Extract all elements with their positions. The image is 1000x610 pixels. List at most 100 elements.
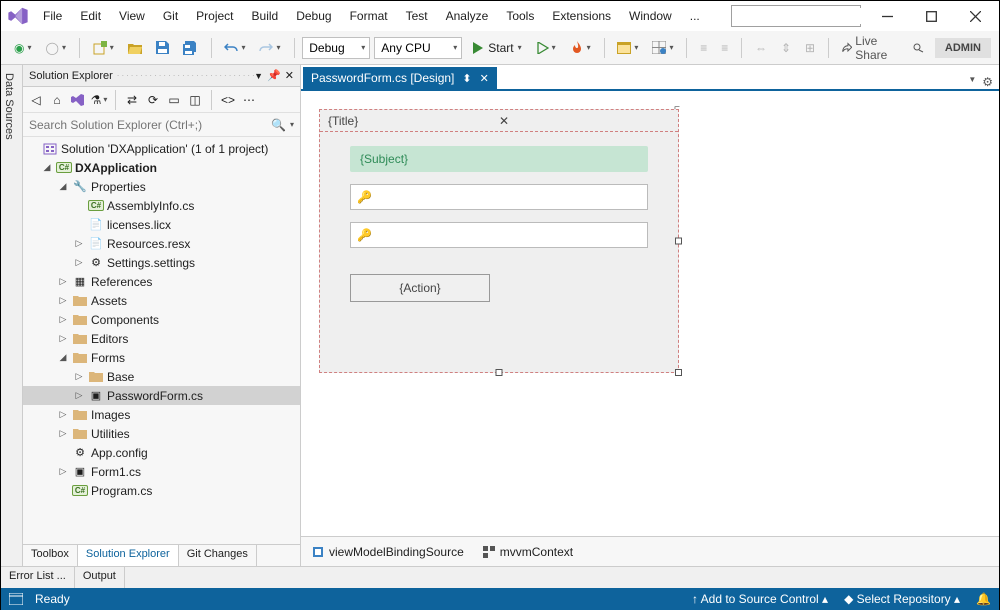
resize-handle-corner[interactable] <box>675 369 682 376</box>
add-source-control-button[interactable]: ↑ Add to Source Control ▴ <box>692 592 828 606</box>
menu-edit[interactable]: Edit <box>72 5 109 27</box>
minimize-button[interactable] <box>869 3 905 29</box>
component-mvvmcontext[interactable]: mvvmContext <box>482 545 573 559</box>
save-button[interactable] <box>151 38 174 57</box>
maximize-button[interactable] <box>913 3 949 29</box>
solution-explorer-tab[interactable]: Solution Explorer <box>78 545 179 566</box>
menu-tools[interactable]: Tools <box>498 5 542 27</box>
live-share-button[interactable]: Live Share <box>837 31 903 65</box>
explorer-search-input[interactable] <box>23 118 267 132</box>
licenses-node[interactable]: 📄licenses.licx <box>23 215 300 234</box>
undo-button[interactable]: ▾ <box>219 39 250 57</box>
menu-file[interactable]: File <box>35 5 70 27</box>
explorer-search[interactable]: 🔍 ▾ <box>23 113 300 137</box>
dropdown-icon[interactable]: ▼ <box>968 75 976 89</box>
config-dropdown[interactable]: ▾ <box>302 37 370 59</box>
close-icon[interactable]: ✕ <box>499 114 670 128</box>
dist-button[interactable]: ⊞ <box>800 38 820 58</box>
menu-format[interactable]: Format <box>342 5 396 27</box>
solution-node[interactable]: Solution 'DXApplication' (1 of 1 project… <box>23 139 300 158</box>
assets-node[interactable]: ▷Assets <box>23 291 300 310</box>
platform-dropdown[interactable]: ▾ <box>374 37 462 59</box>
menu-project[interactable]: Project <box>188 5 241 27</box>
forms-node[interactable]: ◢Forms <box>23 348 300 367</box>
start-noDebug-button[interactable]: ▾ <box>532 39 561 57</box>
dist-h-button[interactable]: ⇔ <box>750 38 772 58</box>
code-icon[interactable]: <> <box>219 91 237 109</box>
back-icon[interactable]: ◁ <box>27 91 45 109</box>
editors-node[interactable]: ▷Editors <box>23 329 300 348</box>
dropdown-icon[interactable]: ▼ <box>254 71 263 81</box>
password-field-1[interactable]: 🔑 <box>350 184 648 210</box>
properties-node[interactable]: ◢🔧Properties <box>23 177 300 196</box>
refresh-icon[interactable]: ⟳ <box>144 91 162 109</box>
output-tab[interactable]: Output <box>75 567 125 588</box>
new-project-button[interactable]: ▾ <box>88 38 119 58</box>
close-icon[interactable]: ✕ <box>480 72 489 85</box>
nav-forward-button[interactable]: ◯▾ <box>41 38 71 58</box>
form-titlebar[interactable]: {Title} ✕ <box>320 110 678 132</box>
nav-back-button[interactable]: ◉▾ <box>9 38 37 58</box>
references-node[interactable]: ▷▦References <box>23 272 300 291</box>
hot-reload-button[interactable]: ▾ <box>565 38 596 58</box>
browse-button[interactable]: ▾ <box>612 39 643 57</box>
pin-icon[interactable]: 📌 <box>267 69 281 82</box>
resources-node[interactable]: ▷📄Resources.resx <box>23 234 300 253</box>
assemblyinfo-node[interactable]: C#AssemblyInfo.cs <box>23 196 300 215</box>
menu-git[interactable]: Git <box>155 5 186 27</box>
collapse-icon[interactable]: ▭ <box>165 91 183 109</box>
menu-more[interactable]: ... <box>682 5 708 27</box>
more-icon[interactable]: ⋯ <box>240 91 258 109</box>
align-center-button[interactable]: ≡ <box>716 38 733 58</box>
solution-explorer-header[interactable]: Solution Explorer ······················… <box>23 65 300 87</box>
select-repository-button[interactable]: ◆ Select Repository ▴ <box>844 592 960 606</box>
git-changes-tab[interactable]: Git Changes <box>179 545 257 566</box>
admin-badge[interactable]: ADMIN <box>935 38 991 58</box>
components-node[interactable]: ▷Components <box>23 310 300 329</box>
base-node[interactable]: ▷Base <box>23 367 300 386</box>
menu-window[interactable]: Window <box>621 5 680 27</box>
open-file-button[interactable] <box>123 39 147 57</box>
start-button[interactable]: Start▾ <box>466 39 527 57</box>
grid-button[interactable]: ▾ <box>647 38 678 57</box>
program-node[interactable]: C#Program.cs <box>23 481 300 500</box>
form1-node[interactable]: ▷▣Form1.cs <box>23 462 300 481</box>
close-button[interactable] <box>957 3 993 29</box>
quick-launch-search[interactable] <box>731 5 861 27</box>
menu-extensions[interactable]: Extensions <box>544 5 619 27</box>
utilities-node[interactable]: ▷Utilities <box>23 424 300 443</box>
dist-v-button[interactable]: ⇕ <box>776 38 796 58</box>
home-icon[interactable]: ⌂ <box>48 91 66 109</box>
data-sources-tab[interactable]: Data Sources <box>1 65 23 566</box>
menu-analyze[interactable]: Analyze <box>438 5 497 27</box>
appconfig-node[interactable]: ⚙App.config <box>23 443 300 462</box>
design-canvas[interactable]: ⌐ {Title} ✕ {Subject} 🔑 🔑 {Action} <box>301 91 999 536</box>
error-list-tab[interactable]: Error List ... <box>1 567 75 588</box>
menu-view[interactable]: View <box>111 5 153 27</box>
gear-icon[interactable]: ⚙ <box>982 75 993 89</box>
filter-icon[interactable]: ⚗▾ <box>90 91 108 109</box>
solution-tree[interactable]: Solution 'DXApplication' (1 of 1 project… <box>23 137 300 544</box>
feedback-button[interactable] <box>907 38 931 58</box>
document-tab-passwordform[interactable]: PasswordForm.cs [Design] ⬍ ✕ <box>303 67 497 89</box>
passwordform-node[interactable]: ▷▣PasswordForm.cs <box>23 386 300 405</box>
align-left-button[interactable]: ≡ <box>695 38 712 58</box>
menu-build[interactable]: Build <box>244 5 287 27</box>
resize-handle-bottom[interactable] <box>496 369 503 376</box>
scope-icon[interactable] <box>69 91 87 109</box>
redo-button[interactable]: ▾ <box>254 39 285 57</box>
password-form[interactable]: ⌐ {Title} ✕ {Subject} 🔑 🔑 {Action} <box>319 109 679 373</box>
close-icon[interactable]: ✕ <box>285 69 294 82</box>
save-all-button[interactable] <box>178 38 203 58</box>
project-node[interactable]: ◢C#DXApplication <box>23 158 300 177</box>
menu-test[interactable]: Test <box>398 5 436 27</box>
settings-node[interactable]: ▷⚙Settings.settings <box>23 253 300 272</box>
menu-debug[interactable]: Debug <box>288 5 339 27</box>
action-button[interactable]: {Action} <box>350 274 490 302</box>
images-node[interactable]: ▷Images <box>23 405 300 424</box>
show-all-icon[interactable]: ◫ <box>186 91 204 109</box>
toolbox-tab[interactable]: Toolbox <box>23 545 78 566</box>
subject-label[interactable]: {Subject} <box>350 146 648 172</box>
sync-icon[interactable]: ⇄ <box>123 91 141 109</box>
component-viewmodel[interactable]: viewModelBindingSource <box>311 545 464 559</box>
